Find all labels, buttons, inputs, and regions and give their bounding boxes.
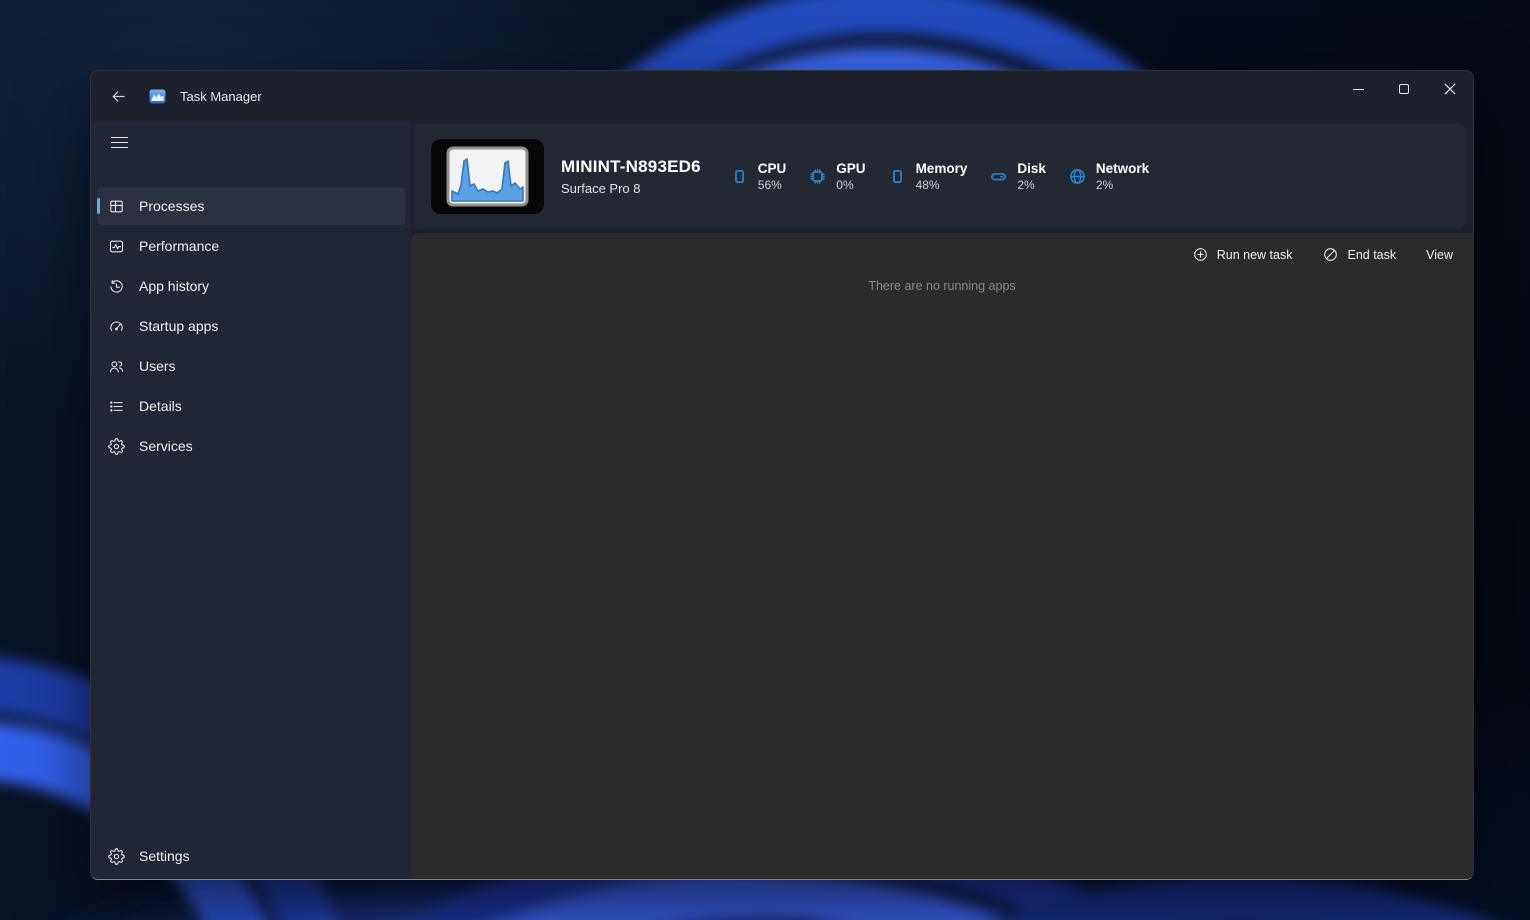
performance-icon	[108, 238, 125, 255]
titlebar[interactable]: Task Manager	[91, 71, 1473, 121]
device-info: MININT-N893ED6 Surface Pro 8	[561, 157, 701, 196]
cpu-icon	[729, 166, 750, 187]
details-icon	[108, 398, 125, 415]
hamburger-menu-icon	[111, 137, 128, 138]
sidebar-item-label: Details	[139, 398, 182, 414]
processes-icon	[108, 198, 125, 215]
device-model: Surface Pro 8	[561, 181, 701, 196]
services-icon	[108, 438, 125, 455]
minimize-button[interactable]	[1335, 71, 1381, 107]
toolbar: Run new task End task	[411, 233, 1473, 263]
sidebar-item-label: Settings	[139, 848, 190, 864]
device-name: MININT-N893ED6	[561, 157, 701, 177]
stat-network: Network 2%	[1067, 161, 1149, 192]
view-button[interactable]: View	[1426, 248, 1453, 262]
startup-apps-icon	[108, 318, 125, 335]
stat-cpu: CPU 56%	[729, 161, 787, 192]
main-content: MININT-N893ED6 Surface Pro 8 CPU	[411, 121, 1473, 879]
run-new-task-icon	[1192, 246, 1209, 263]
maximize-icon	[1399, 84, 1409, 94]
end-task-button[interactable]: End task	[1322, 246, 1396, 263]
sidebar-item-users[interactable]: Users	[97, 347, 405, 385]
resource-stats: CPU 56% G	[729, 161, 1149, 192]
sidebar-item-label: Performance	[139, 238, 219, 254]
maximize-button[interactable]	[1381, 71, 1427, 107]
task-manager-window: Task Manager	[90, 70, 1474, 880]
sidebar-item-startup-apps[interactable]: Startup apps	[97, 307, 405, 345]
sidebar-item-processes[interactable]: Processes	[97, 187, 405, 225]
sidebar-item-label: App history	[139, 278, 209, 294]
sidebar-item-label: Services	[139, 438, 193, 454]
sidebar-item-details[interactable]: Details	[97, 387, 405, 425]
sidebar: Processes Performance	[91, 121, 411, 879]
empty-state-message: There are no running apps	[411, 279, 1473, 293]
processes-panel: Run new task End task	[411, 233, 1473, 879]
app-history-icon	[108, 278, 125, 295]
stat-memory: Memory 48%	[887, 161, 968, 192]
close-icon	[1444, 83, 1456, 95]
sidebar-item-settings[interactable]: Settings	[97, 837, 405, 875]
back-button[interactable]	[101, 81, 135, 111]
sidebar-item-performance[interactable]: Performance	[97, 227, 405, 265]
gpu-icon	[807, 166, 828, 187]
sidebar-nav: Processes Performance	[97, 187, 405, 467]
settings-icon	[108, 848, 125, 865]
window-controls	[1335, 71, 1473, 107]
network-icon	[1067, 166, 1088, 187]
back-arrow-icon	[110, 88, 127, 105]
users-icon	[108, 358, 125, 375]
window-body: Processes Performance	[91, 121, 1473, 879]
desktop: Task Manager	[0, 0, 1530, 920]
sidebar-item-label: Processes	[139, 198, 204, 214]
close-button[interactable]	[1427, 71, 1473, 107]
memory-icon	[887, 166, 908, 187]
task-manager-app-icon	[149, 88, 166, 105]
run-new-task-button[interactable]: Run new task	[1192, 246, 1293, 263]
stat-gpu: GPU 0%	[807, 161, 865, 192]
disk-icon	[988, 166, 1009, 187]
task-manager-graph-icon	[431, 139, 544, 214]
end-task-icon	[1322, 246, 1339, 263]
minimize-icon	[1353, 89, 1364, 90]
sidebar-item-services[interactable]: Services	[97, 427, 405, 465]
sidebar-item-label: Startup apps	[139, 318, 218, 334]
stat-disk: Disk 2%	[988, 161, 1046, 192]
sidebar-item-label: Users	[139, 358, 176, 374]
window-title: Task Manager	[180, 89, 262, 104]
sidebar-item-app-history[interactable]: App history	[97, 267, 405, 305]
hamburger-menu-button[interactable]	[101, 127, 137, 157]
device-header-card: MININT-N893ED6 Surface Pro 8 CPU	[414, 124, 1465, 229]
